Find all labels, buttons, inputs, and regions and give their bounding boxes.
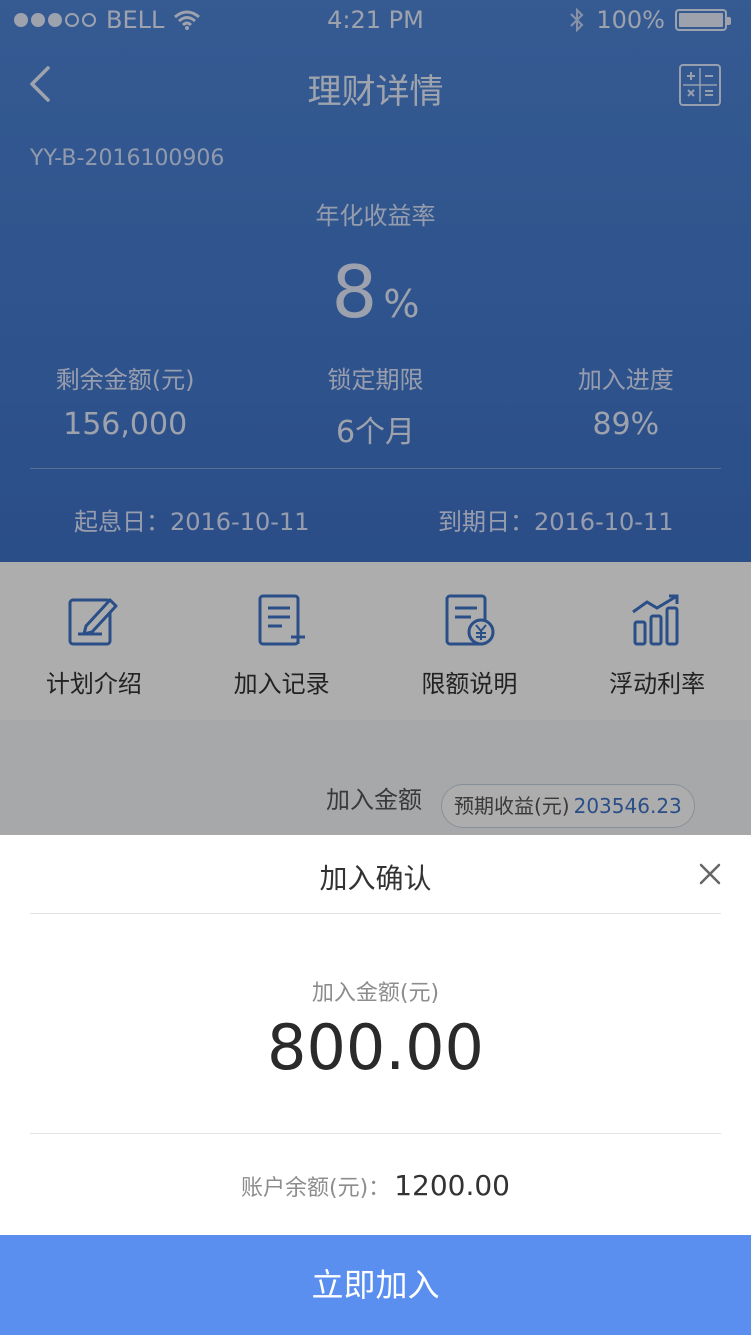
sheet-divider	[30, 1133, 721, 1134]
sheet-divider	[30, 913, 721, 914]
sheet-title: 加入确认	[319, 862, 432, 895]
amount-label: 加入金额(元)	[311, 981, 440, 1006]
join-now-button[interactable]: 立即加入	[0, 1235, 751, 1335]
account-balance: 账户余额(元)： 1200.00	[0, 1169, 751, 1202]
close-icon[interactable]	[695, 859, 725, 889]
join-confirm-sheet: 加入确认 加入金额(元) 800.00 账户余额(元)： 1200.00 立即加入	[0, 835, 751, 1335]
modal-backdrop[interactable]	[0, 0, 751, 835]
balance-value: 1200.00	[394, 1169, 510, 1202]
amount-value: 800.00	[267, 1011, 484, 1084]
balance-label: 账户余额(元)：	[241, 1176, 391, 1201]
